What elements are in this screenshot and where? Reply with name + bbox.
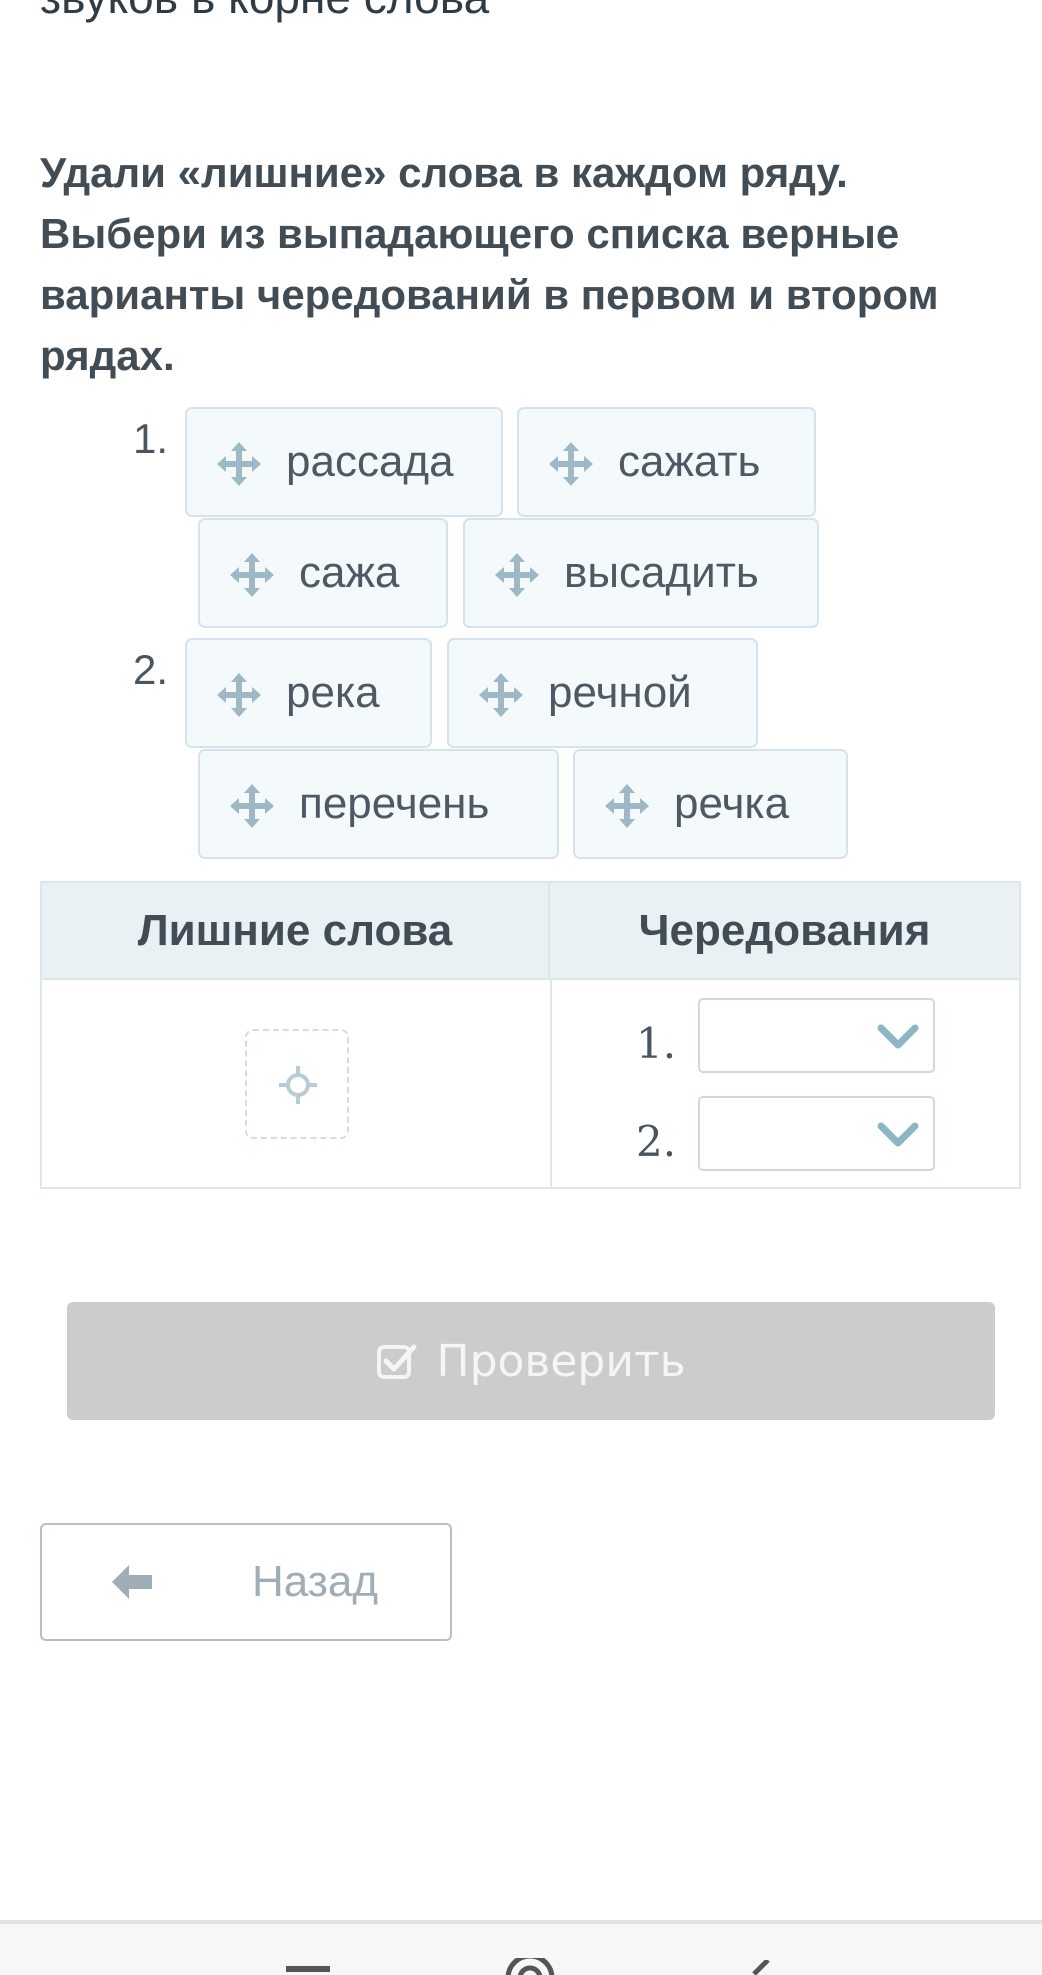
arrow-left-icon	[112, 1565, 152, 1599]
home-icon[interactable]	[505, 1958, 555, 1975]
word-label: высадить	[564, 548, 759, 597]
word-label: сажать	[618, 437, 761, 486]
move-icon	[217, 442, 261, 486]
word-chip[interactable]: высадить	[463, 518, 819, 628]
bottom-navigation-bar	[0, 1920, 1042, 1975]
word-chip[interactable]: речной	[447, 638, 758, 748]
task-instructions: Удали «лишние» слова в каждом ряду. Выбе…	[40, 149, 939, 379]
move-icon	[479, 673, 523, 717]
select-number-2: 2.	[636, 1117, 677, 1166]
move-icon	[549, 442, 593, 486]
row-number-1: 1.	[133, 415, 169, 462]
alternation-select-1[interactable]	[698, 998, 935, 1073]
back-button-label: Назад	[252, 1557, 379, 1606]
word-label: река	[286, 668, 380, 717]
select-number-1: 1.	[636, 1019, 677, 1068]
column-divider	[550, 980, 552, 1189]
word-chip[interactable]: сажать	[517, 407, 816, 517]
move-icon	[605, 784, 649, 828]
column-header-alternations: Чередования	[550, 883, 1019, 980]
move-icon	[230, 784, 274, 828]
word-chip[interactable]: рассада	[185, 407, 503, 517]
section-heading: звуков в корне слова	[40, 0, 1030, 28]
word-label: речка	[674, 779, 790, 828]
move-icon	[217, 673, 261, 717]
word-chip[interactable]: река	[185, 638, 432, 748]
word-label: рассада	[286, 437, 454, 486]
word-chip[interactable]: сажа	[198, 518, 448, 628]
word-label: речной	[548, 668, 692, 717]
column-header-extra-words: Лишние слова	[42, 883, 550, 980]
checkbox-icon	[377, 1344, 417, 1379]
word-label: перечень	[299, 779, 490, 828]
drop-target-icon	[279, 1066, 317, 1104]
word-chip[interactable]: речка	[573, 749, 848, 859]
check-button[interactable]: Проверить	[67, 1302, 995, 1420]
chevron-down-icon	[877, 1122, 919, 1147]
move-icon	[230, 553, 274, 597]
check-button-label: Проверить	[436, 1335, 686, 1387]
answer-table: Лишние слова Чередования 1. 2.	[40, 881, 1021, 1189]
back-nav-icon[interactable]	[748, 1960, 772, 1975]
alternation-select-2[interactable]	[698, 1096, 935, 1171]
move-icon	[495, 553, 539, 597]
chevron-down-icon	[877, 1024, 919, 1049]
back-button[interactable]: Назад	[40, 1523, 452, 1641]
word-label: сажа	[299, 548, 400, 597]
menu-icon[interactable]	[286, 1962, 330, 1975]
extra-words-drop-zone[interactable]	[245, 1029, 349, 1139]
word-chip[interactable]: перечень	[198, 749, 559, 859]
row-number-2: 2.	[133, 646, 169, 693]
